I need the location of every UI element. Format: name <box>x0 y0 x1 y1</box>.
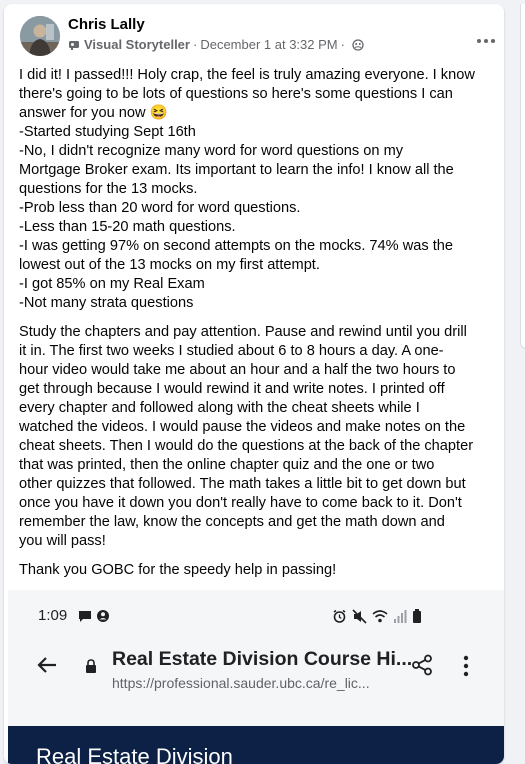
text-line: -Started studying Sept 16th <box>19 124 196 140</box>
back-arrow-icon[interactable] <box>36 654 58 676</box>
account-icon <box>97 610 109 622</box>
text-line: that was printed, then the online chapte… <box>19 457 435 473</box>
text-line: you will pass! <box>19 533 106 549</box>
text-line: hour video would take me about an hour a… <box>19 362 456 378</box>
site-header-banner: Real Estate Division <box>8 726 504 764</box>
post-header: Chris Lally Visual Storyteller · Decembe… <box>20 16 495 60</box>
status-time: 1:09 <box>38 607 68 624</box>
text-line: -No, I didn't recognize many word for wo… <box>19 143 404 159</box>
author-name[interactable]: Chris Lally <box>68 16 145 33</box>
text-line: cheat sheets. Then I would do the questi… <box>19 438 474 454</box>
mute-icon <box>352 609 367 624</box>
status-right-icons <box>332 609 422 624</box>
post-paragraph-3: Thank you GOBC for the speedy help in pa… <box>19 561 494 580</box>
text-line: -Prob less than 20 word for word questio… <box>19 200 301 216</box>
text-line: -I was getting 97% on second attempts on… <box>19 238 453 254</box>
more-options-icon[interactable] <box>475 34 497 48</box>
post-timestamp[interactable]: December 1 at 3:32 PM <box>200 37 337 52</box>
text-line: -Less than 15-20 math questions. <box>19 219 236 235</box>
wifi-icon <box>372 610 388 623</box>
text-line: Study the chapters and pay attention. Pa… <box>19 324 467 340</box>
author-badge[interactable]: Visual Storyteller <box>84 37 190 52</box>
text-line: watched the videos. I would pause the vi… <box>19 419 466 435</box>
alarm-icon <box>333 609 346 623</box>
text-line: answer for you now 😆 <box>19 105 168 121</box>
signal-icon <box>394 610 407 623</box>
text-line: -Not many strata questions <box>19 295 194 311</box>
post-paragraph-2: Study the chapters and pay attention. Pa… <box>19 323 494 551</box>
lock-icon <box>86 659 96 673</box>
site-banner-text: Real Estate Division <box>36 744 233 764</box>
attached-phone-screenshot[interactable]: 1:09 Real Estate Division Course Hi... h… <box>8 590 504 764</box>
status-left-icons <box>78 609 110 623</box>
author-avatar[interactable] <box>20 16 60 56</box>
text-line: -I got 85% on my Real Exam <box>19 276 205 292</box>
browser-url-bar: Real Estate Division Course Hi... https:… <box>8 642 504 698</box>
text-line: I did it! I passed!!! Holy crap, the fee… <box>19 67 475 83</box>
post-paragraph-1: I did it! I passed!!! Holy crap, the fee… <box>19 66 494 313</box>
post-meta: Visual Storyteller · December 1 at 3:32 … <box>68 37 364 52</box>
text-line: lowest out of the 13 mocks on my first a… <box>19 257 320 273</box>
adjacent-card-edge <box>520 4 525 349</box>
text-line: it in. The first two weeks I studied abo… <box>19 343 444 359</box>
text-line: once you have it down you don't really h… <box>19 495 462 511</box>
text-line: remember the law, know the concepts and … <box>19 514 445 530</box>
phone-status-bar: 1:09 <box>38 607 458 627</box>
message-icon <box>79 611 91 622</box>
text-line: Mortgage Broker exam. Its important to l… <box>19 162 454 178</box>
privacy-group-icon <box>352 38 364 51</box>
meta-separator-2: · <box>340 37 345 52</box>
share-icon[interactable] <box>411 654 433 676</box>
meta-separator: · <box>192 37 198 52</box>
battery-icon <box>413 609 421 623</box>
text-line: questions for the 13 mocks. <box>19 181 198 197</box>
post-card: Chris Lally Visual Storyteller · Decembe… <box>4 4 504 764</box>
visual-storyteller-badge-icon <box>68 39 80 51</box>
page-title[interactable]: Real Estate Division Course Hi... <box>112 648 412 671</box>
text-line: get through because I would rewind it an… <box>19 381 445 397</box>
text-line: every chapter and followed along with th… <box>19 400 420 416</box>
post-body: I did it! I passed!!! Holy crap, the fee… <box>19 66 494 590</box>
text-line: other quizzes that followed. The math ta… <box>19 476 466 492</box>
text-line: there's going to be lots of questions so… <box>19 86 453 102</box>
overflow-menu-icon[interactable] <box>463 655 469 677</box>
page-url[interactable]: https://professional.sauder.ubc.ca/re_li… <box>112 675 370 691</box>
text-line: Thank you GOBC for the speedy help in pa… <box>19 562 337 578</box>
